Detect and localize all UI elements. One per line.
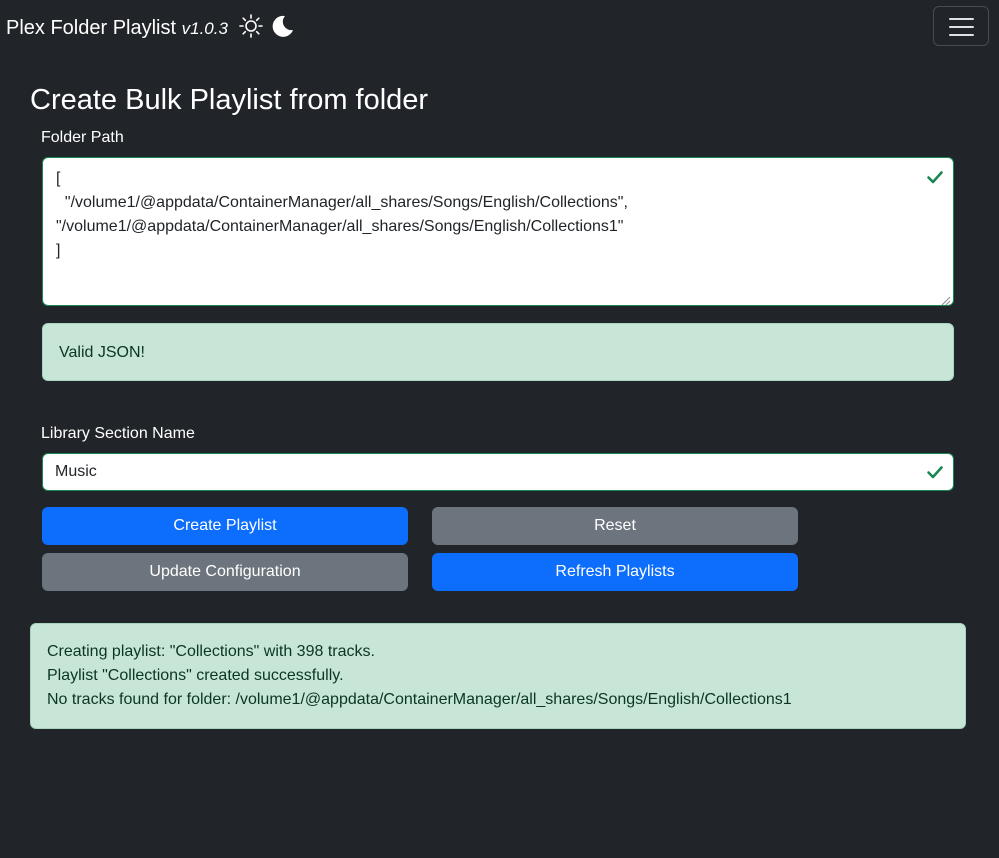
folder-path-label: Folder Path [41,129,124,146]
folder-path-textarea[interactable]: [ "/volume1/@appdata/ContainerManager/al… [42,157,954,306]
create-playlist-button[interactable]: Create Playlist [42,507,408,545]
page-title: Create Bulk Playlist from folder [30,84,429,116]
valid-check-icon [926,463,944,481]
moon-icon[interactable] [269,13,295,39]
navbar-toggler-button[interactable] [933,6,989,46]
resize-grip-icon[interactable] [941,293,951,306]
refresh-playlists-button[interactable]: Refresh Playlists [432,553,798,591]
valid-check-icon [926,168,944,186]
log-output-panel: Creating playlist: "Collections" with 39… [30,623,966,729]
log-line: Playlist "Collections" created successfu… [47,667,344,684]
library-section-label: Library Section Name [41,425,195,442]
app-brand[interactable]: Plex Folder Playlist v1.0.3 [6,16,228,41]
library-section-input[interactable]: Music [42,453,954,491]
app-name: Plex Folder Playlist [6,17,177,39]
update-configuration-button[interactable]: Update Configuration [42,553,408,591]
app-version: v1.0.3 [181,19,228,38]
reset-button[interactable]: Reset [432,507,798,545]
library-section-value: Music [55,463,97,480]
log-line: Creating playlist: "Collections" with 39… [47,643,375,660]
folder-path-value: [ "/volume1/@appdata/ContainerManager/al… [56,170,628,259]
validation-alert: Valid JSON! [42,323,954,381]
navbar: Plex Folder Playlist v1.0.3 [0,0,999,56]
sun-icon[interactable] [238,13,264,39]
log-line: No tracks found for folder: /volume1/@ap… [47,691,792,708]
validation-message: Valid JSON! [59,344,145,361]
